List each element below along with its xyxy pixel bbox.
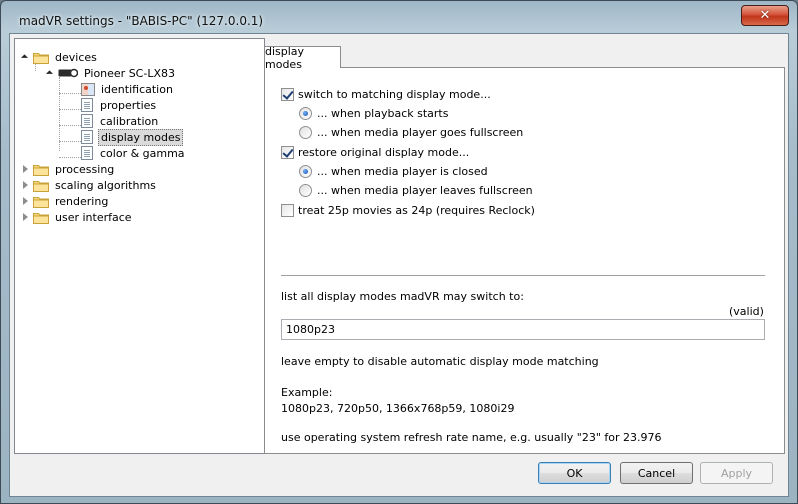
tree-label: properties xyxy=(100,98,157,112)
window-title: madVR settings - "BABIS-PC" (127.0.0.1) xyxy=(19,14,264,28)
folder-icon xyxy=(33,51,49,64)
tree-item-scaling-algorithms[interactable]: scaling algorithms xyxy=(21,177,158,193)
tree-label: color & gamma xyxy=(100,146,185,160)
identification-icon xyxy=(81,82,95,96)
checkbox-label: restore original display mode... xyxy=(298,146,470,159)
cancel-button[interactable]: Cancel xyxy=(620,462,693,484)
when-playback-starts-radio[interactable]: ... when playback starts xyxy=(299,107,448,120)
expand-arrow-icon[interactable] xyxy=(21,180,30,190)
tree-label: Pioneer SC-LX83 xyxy=(84,66,175,80)
tree-item-color-gamma[interactable]: color & gamma xyxy=(81,145,187,161)
tree-item-user-interface[interactable]: user interface xyxy=(21,209,134,225)
tree-guide xyxy=(59,157,81,158)
radio-button[interactable] xyxy=(299,126,312,139)
collapse-arrow-icon[interactable] xyxy=(21,53,30,62)
example-value: 1080p23, 720p50, 1366x768p59, 1080i29 xyxy=(281,402,515,415)
restore-original-checkbox[interactable]: restore original display mode... xyxy=(281,146,469,159)
when-fullscreen-radio[interactable]: ... when media player goes fullscreen xyxy=(299,126,523,139)
switch-matching-checkbox[interactable]: switch to matching display mode... xyxy=(281,88,491,101)
page-icon xyxy=(81,146,93,160)
checkbox-box[interactable] xyxy=(281,88,294,101)
tree-guide xyxy=(59,109,81,110)
dialog-client: devices Pioneer SC-LX83 identification p… xyxy=(9,33,789,497)
tree-label: scaling algorithms xyxy=(55,178,156,192)
folder-icon xyxy=(33,179,49,192)
tab-panel: display modes switch to matching display… xyxy=(264,38,785,454)
radio-label: ... when playback starts xyxy=(317,107,449,120)
checkbox-box[interactable] xyxy=(281,146,294,159)
tree-label: rendering xyxy=(55,194,109,208)
tree-item-properties[interactable]: properties xyxy=(81,97,158,113)
apply-button[interactable]: Apply xyxy=(700,462,773,484)
page-icon xyxy=(81,114,93,128)
radio-label: ... when media player is closed xyxy=(317,165,488,178)
modes-list-label: list all display modes madVR may switch … xyxy=(281,290,524,303)
page-icon xyxy=(81,98,93,112)
tree-label: user interface xyxy=(55,210,132,224)
radio-label: ... when media player goes fullscreen xyxy=(317,126,524,139)
separator xyxy=(281,275,765,277)
tree-label: devices xyxy=(55,50,97,64)
tree-label: calibration xyxy=(100,114,159,128)
device-icon xyxy=(58,68,79,78)
radio-label: ... when media player leaves fullscreen xyxy=(317,184,533,197)
tab-display-modes[interactable]: display modes xyxy=(264,45,341,71)
collapse-arrow-icon[interactable] xyxy=(46,69,55,78)
hint-empty: leave empty to disable automatic display… xyxy=(281,355,599,368)
tree-item-identification[interactable]: identification xyxy=(81,81,175,97)
tree-guide xyxy=(59,141,81,142)
folder-icon xyxy=(33,195,49,208)
tree-item-rendering[interactable]: rendering xyxy=(21,193,110,209)
tree-guide xyxy=(59,77,60,151)
example-label: Example: xyxy=(281,386,333,399)
display-modes-page: switch to matching display mode... ... w… xyxy=(264,67,785,454)
radio-button[interactable] xyxy=(299,165,312,178)
tree-item-device[interactable]: Pioneer SC-LX83 xyxy=(46,65,177,81)
checkbox-label: switch to matching display mode... xyxy=(298,88,491,101)
tree-item-devices[interactable]: devices xyxy=(21,49,99,65)
valid-indicator: (valid) xyxy=(729,305,764,318)
expand-arrow-icon[interactable] xyxy=(21,212,30,222)
display-modes-input[interactable]: 1080p23 xyxy=(281,319,765,340)
tree-guide xyxy=(59,125,81,126)
treat-25p-checkbox[interactable]: treat 25p movies as 24p (requires Recloc… xyxy=(281,204,535,217)
tree-label-selected: display modes xyxy=(98,128,184,146)
page-icon xyxy=(81,130,93,144)
radio-button[interactable] xyxy=(299,184,312,197)
folder-icon xyxy=(33,163,49,176)
folder-icon xyxy=(33,211,49,224)
tree-item-display-modes[interactable]: display modes xyxy=(81,128,184,146)
hint-refresh: use operating system refresh rate name, … xyxy=(281,431,662,444)
tree-item-calibration[interactable]: calibration xyxy=(81,113,160,129)
when-leaves-fullscreen-radio[interactable]: ... when media player leaves fullscreen xyxy=(299,184,533,197)
checkbox-label: treat 25p movies as 24p (requires Recloc… xyxy=(298,204,535,217)
tree-guide xyxy=(59,93,81,94)
checkbox-box[interactable] xyxy=(281,204,294,217)
ok-button[interactable]: OK xyxy=(538,462,611,484)
close-button[interactable]: ✕ xyxy=(741,5,789,26)
tree-label: identification xyxy=(101,82,173,96)
when-closed-radio[interactable]: ... when media player is closed xyxy=(299,165,488,178)
tree-label: processing xyxy=(55,162,115,176)
settings-tree[interactable]: devices Pioneer SC-LX83 identification p… xyxy=(14,38,265,454)
settings-window: madVR settings - "BABIS-PC" (127.0.0.1) … xyxy=(0,0,798,504)
expand-arrow-icon[interactable] xyxy=(21,164,30,174)
expand-arrow-icon[interactable] xyxy=(21,196,30,206)
tree-item-processing[interactable]: processing xyxy=(21,161,116,177)
radio-button[interactable] xyxy=(299,107,312,120)
